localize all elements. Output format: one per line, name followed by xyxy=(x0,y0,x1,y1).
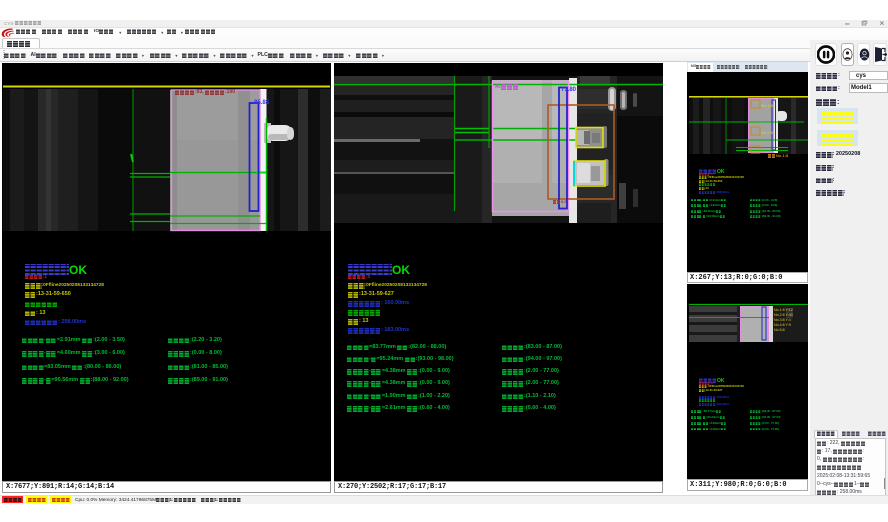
svg-text:No.4:8 Y:9: No.4:8 Y:9 xyxy=(774,323,791,327)
svg-text:No.1:8: No.1:8 xyxy=(761,103,774,108)
svg-text:No.2:8: No.2:8 xyxy=(761,130,774,135)
svg-text:No.3:8 Y:4: No.3:8 Y:4 xyxy=(774,318,791,322)
svg-text:No.2:8 Y:40: No.2:8 Y:40 xyxy=(774,313,793,317)
svg-text:No.5:8: No.5:8 xyxy=(774,328,785,332)
svg-text:No.1:8 Y:12: No.1:8 Y:12 xyxy=(774,308,793,312)
